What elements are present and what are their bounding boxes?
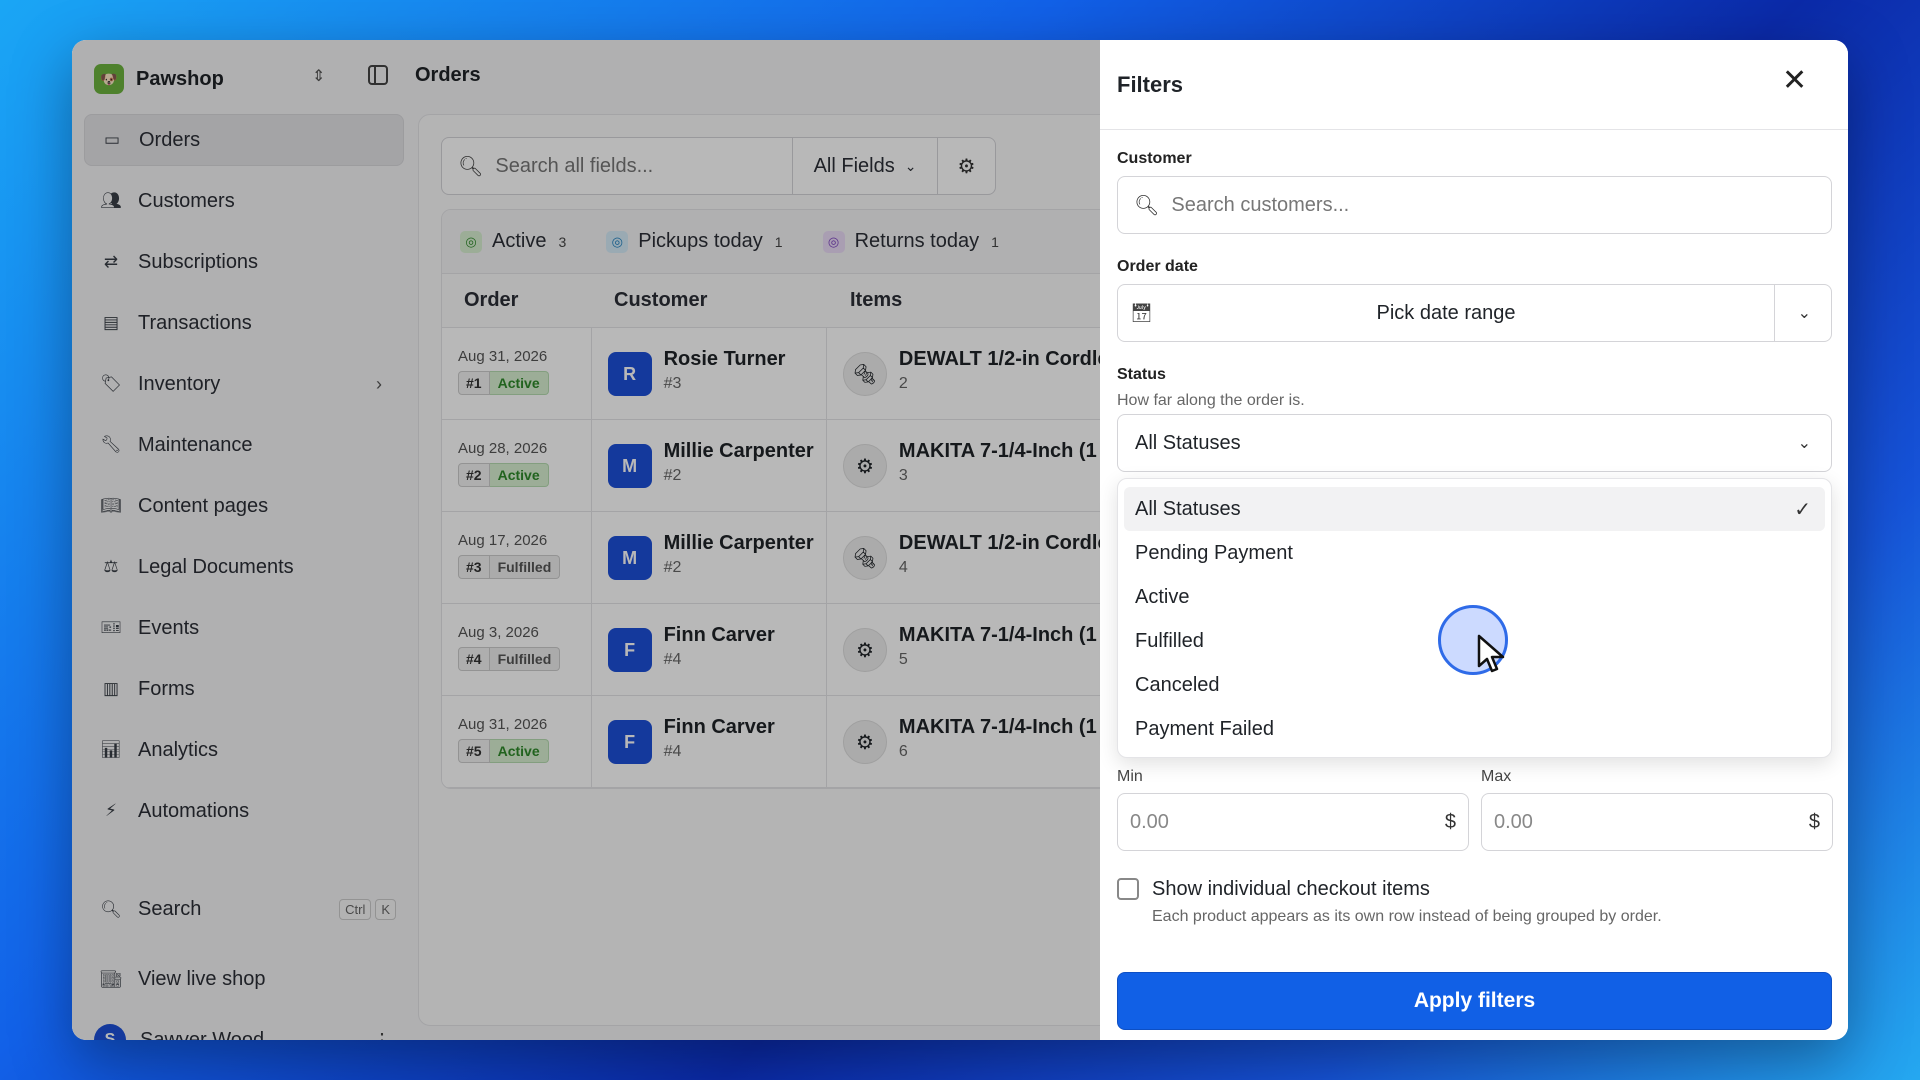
min-amount-field[interactable]: 0.00 $ [1117,793,1469,851]
filters-drawer: Filters ✕ Customer 🔍︎ Search customers..… [1100,40,1848,1040]
status-option-all-statuses[interactable]: All Statuses ✓ [1124,487,1825,531]
drawer-title: Filters [1117,72,1184,97]
option-label: Active [1135,585,1190,608]
option-label: Canceled [1135,673,1220,696]
currency-symbol: $ [1444,810,1456,833]
customer-search-input[interactable]: Search customers... [1171,194,1349,217]
date-range-picker[interactable]: 📅︎ Pick date range ⌄ [1117,284,1832,342]
chevron-down-icon[interactable]: ⌄ [1798,303,1811,323]
customer-label: Customer [1117,150,1192,167]
search-icon: 🔍︎ [1134,194,1160,217]
status-option-pending-payment[interactable]: Pending Payment [1124,531,1825,575]
status-label: Status [1117,366,1166,383]
order-date-label: Order date [1117,258,1198,275]
min-label: Min [1117,768,1143,785]
max-label: Max [1481,768,1512,785]
status-help: How far along the order is. [1117,392,1305,409]
divider [1774,285,1775,341]
currency-symbol: $ [1808,810,1820,833]
max-amount-input[interactable]: 0.00 [1494,811,1533,834]
chevron-down-icon: ⌄ [1797,435,1811,452]
orders-app: 🐶 Pawshop ⇕ ▭ Orders 👥︎ Customers ⇄ Subscr… [72,40,1141,1040]
status-option-payment-failed[interactable]: Payment Failed [1124,707,1825,751]
status-select-value: All Statuses [1135,431,1241,454]
close-icon[interactable]: ✕ [1782,66,1807,96]
status-select[interactable]: All Statuses ⌄ [1117,414,1832,472]
option-label: Fulfilled [1135,629,1204,652]
drawer-header: Filters ✕ [1100,40,1848,130]
customer-search-field[interactable]: 🔍︎ Search customers... [1117,176,1832,234]
app-window: 🐶 Pawshop ⇕ ▭ Orders 👥︎ Customers ⇄ Subscr… [72,40,1848,1040]
option-label: All Statuses [1135,497,1241,520]
show-items-checkbox[interactable] [1117,878,1139,900]
show-items-description: Each product appears as its own row inst… [1152,908,1662,925]
date-range-placeholder: Pick date range [1376,301,1516,324]
apply-filters-button[interactable]: Apply filters [1117,972,1832,1030]
option-label: Pending Payment [1135,541,1293,564]
min-amount-input[interactable]: 0.00 [1130,811,1169,834]
mouse-cursor-icon [1477,634,1505,673]
max-amount-field[interactable]: 0.00 $ [1481,793,1833,851]
modal-overlay[interactable] [72,40,1100,1040]
check-icon: ✓ [1794,498,1811,521]
show-items-label[interactable]: Show individual checkout items [1152,878,1430,901]
option-label: Payment Failed [1135,717,1274,740]
